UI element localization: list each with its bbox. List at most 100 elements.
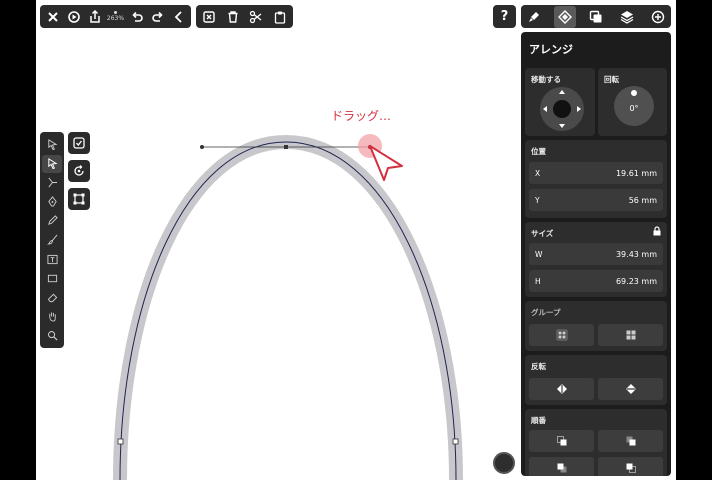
collapse-button[interactable] [168,6,189,28]
transform-button[interactable] [68,188,90,210]
select-tool[interactable] [42,136,62,154]
joystick-knob[interactable] [553,100,571,118]
flip-section: 反転 [525,355,667,405]
move-joystick[interactable] [540,87,584,131]
flip-label: 反転 [531,362,546,371]
order-buttons-row1 [529,430,663,452]
node-tool[interactable] [42,154,62,173]
redo-button[interactable] [147,6,168,28]
y-field[interactable]: Y 56 mm [529,189,663,211]
height-field-label: H [535,276,541,286]
send-backward-button[interactable] [529,457,594,476]
tab-arrange[interactable] [554,5,576,28]
anchor-point-left[interactable] [117,438,124,445]
bring-forward-button[interactable] [598,430,663,452]
ungroup-icon [626,330,635,340]
pencil-tool[interactable] [42,212,62,230]
share-button[interactable] [84,6,105,28]
anchor-point-top[interactable] [284,145,288,149]
size-section: サイズ W 39.43 mm H 69.23 mm [525,222,667,297]
text-tool[interactable] [42,250,62,268]
node-select-icon [47,158,58,170]
tab-style[interactable] [523,6,545,28]
zoom-level-button[interactable]: 263% [105,6,126,28]
arch-shape-outline[interactable] [113,134,463,480]
hand-icon [48,312,56,322]
paintbrush-icon [46,235,57,245]
rotation-dial[interactable]: 0° [614,86,654,126]
close-button[interactable] [42,6,63,28]
rotate-button[interactable] [68,160,90,182]
rotation-label: 回転 [604,75,619,84]
edit-toolbar [196,5,293,28]
tab-add[interactable] [647,6,669,28]
flip-horizontal-icon [556,384,567,394]
tab-boolean[interactable] [585,6,607,28]
redo-icon [151,11,163,22]
layers-icon [620,10,634,24]
arch-path-selected[interactable] [119,141,457,480]
height-field[interactable]: H 69.23 mm [529,270,663,292]
drag-hint-label: ドラッグ… [331,109,392,123]
bounding-box-icon [73,193,85,205]
bezier-handle-left[interactable] [200,145,204,149]
rotate-icon [74,165,84,176]
rotation-section: 回転 0° [598,68,667,136]
group-buttons [529,324,663,346]
undo-icon [131,11,143,22]
bring-to-front-button[interactable] [529,430,594,452]
move-section: 移動する [525,68,595,136]
arrow-select-icon [47,139,58,151]
plus-circle-icon [651,10,665,23]
flip-buttons [529,378,663,400]
hand-tool[interactable] [42,307,62,325]
close-icon [47,11,58,22]
group-icon [556,329,567,341]
send-to-back-button[interactable] [598,457,663,476]
settings-button[interactable] [63,6,84,28]
bring-to-front-icon [556,436,566,446]
anchor-point-right[interactable] [452,438,459,445]
send-to-back-icon [626,463,636,473]
y-field-label: Y [535,195,540,205]
x-field[interactable]: X 19.61 mm [529,162,663,184]
width-field[interactable]: W 39.43 mm [529,243,663,265]
text-icon [46,254,58,264]
color-picker-button[interactable] [493,452,515,474]
eraser-tool[interactable] [42,288,62,306]
help-button[interactable]: ? [493,5,516,28]
order-section: 順番 [525,409,667,476]
undo-button[interactable] [126,6,147,28]
paste-button[interactable] [269,6,291,28]
sub-tool-palette [68,132,90,210]
lock-icon[interactable] [652,226,662,236]
flip-horizontal-button[interactable] [529,378,594,400]
zoom-tool[interactable] [42,326,62,344]
rotation-value: 0° [629,103,639,113]
tab-layers[interactable] [616,6,638,28]
app-window: ドラッグ… 263% ? アレンジ 移動する 回転 0° 位置 X 19.61 … [36,0,676,480]
group-label: グループ [531,308,561,317]
shape-tool[interactable] [42,269,62,287]
x-field-value: 19.61 mm [615,168,657,178]
confirm-button[interactable] [68,132,90,154]
pen-icon [47,196,57,207]
delete-button[interactable] [222,6,244,28]
scissors-icon [250,10,262,23]
rotation-handle[interactable] [631,90,637,96]
pen-tool[interactable] [42,193,62,211]
flip-vertical-button[interactable] [598,378,663,400]
group-button[interactable] [529,324,594,346]
magnifier-icon [47,330,58,341]
position-section: 位置 X 19.61 mm Y 56 mm [525,140,667,218]
brush-tool[interactable] [42,231,62,249]
cut-button[interactable] [245,6,267,28]
position-label: 位置 [531,147,546,156]
main-toolbar: 263% [40,5,191,28]
ungroup-button[interactable] [598,324,663,346]
inspector-tabs [521,5,671,28]
corner-tool[interactable] [42,174,62,192]
checkbox-icon [73,137,85,149]
deselect-button[interactable] [198,6,220,28]
order-buttons-row2 [529,457,663,476]
